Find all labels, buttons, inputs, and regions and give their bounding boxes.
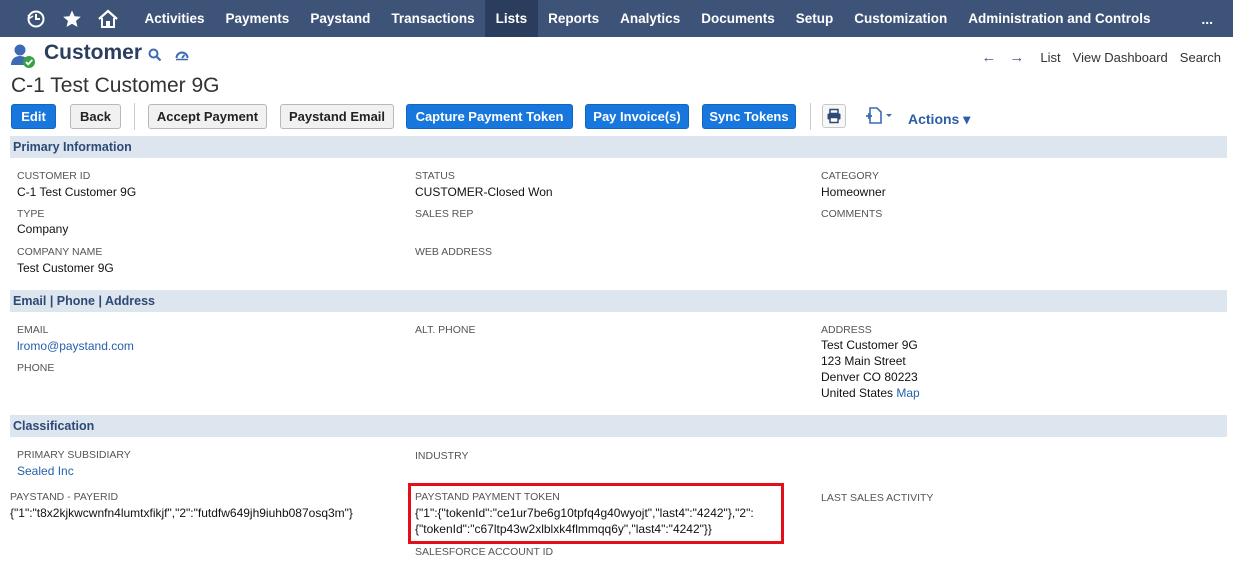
company-name-label: COMPANY NAME [17, 246, 103, 258]
new-record-icon[interactable] [864, 106, 894, 126]
nav-transactions[interactable]: Transactions [381, 0, 485, 37]
paystand-payerid-label: PAYSTAND - PAYERID [10, 491, 119, 503]
address-line: Test Customer 9G [821, 338, 918, 352]
status-value: CUSTOMER-Closed Won [415, 185, 553, 199]
map-link[interactable]: Map [896, 386, 919, 400]
address-label: ADDRESS [821, 324, 872, 336]
search-link[interactable]: Search [1180, 50, 1221, 65]
email-label: EMAIL [17, 324, 49, 336]
section-classification[interactable]: Classification [10, 415, 1227, 437]
phone-label: PHONE [17, 362, 55, 374]
category-value: Homeowner [821, 185, 886, 199]
nav-setup[interactable]: Setup [785, 0, 844, 37]
record-navigation-links: ← → List View Dashboard Search [981, 49, 1221, 66]
nav-more-button[interactable]: ... [1201, 0, 1213, 37]
address-line: 123 Main Street [821, 354, 906, 368]
address-country: United States [821, 386, 894, 400]
actions-menu[interactable]: Actions ▾ [908, 111, 970, 128]
home-icon[interactable] [90, 0, 126, 37]
address-line: Denver CO 80223 [821, 370, 918, 384]
alt-phone-label: ALT. PHONE [415, 324, 476, 336]
primary-subsidiary-label: PRIMARY SUBSIDIARY [17, 449, 131, 461]
recent-records-icon[interactable] [18, 0, 54, 37]
section-primary-information[interactable]: Primary Information [10, 136, 1227, 158]
view-dashboard-link[interactable]: View Dashboard [1073, 50, 1168, 65]
capture-payment-token-button[interactable]: Capture Payment Token [406, 104, 573, 129]
nav-activities[interactable]: Activities [134, 0, 215, 37]
comments-label: COMMENTS [821, 208, 883, 220]
top-navigation: Activities Payments Paystand Transaction… [0, 0, 1233, 37]
primary-subsidiary-link[interactable]: Sealed Inc [17, 464, 74, 478]
toolbar-divider [134, 103, 135, 130]
nav-payments[interactable]: Payments [215, 0, 300, 37]
record-title: C-1 Test Customer 9G [11, 74, 220, 97]
nav-administration[interactable]: Administration and Controls [958, 0, 1161, 37]
dashboard-gauge-icon[interactable] [175, 48, 191, 64]
search-icon[interactable] [148, 48, 164, 64]
record-type-title: Customer [44, 41, 143, 64]
paystand-email-button[interactable]: Paystand Email [280, 104, 394, 129]
nav-lists[interactable]: Lists [485, 0, 538, 37]
paystand-payerid-value: {"1":"t8x2kjkwcwnfn4lumtxfikjf","2":"fut… [10, 506, 353, 520]
print-icon[interactable] [822, 104, 846, 128]
customer-id-value: C-1 Test Customer 9G [17, 185, 137, 199]
type-label: TYPE [17, 208, 45, 220]
type-value: Company [17, 222, 69, 236]
nav-reports[interactable]: Reports [538, 0, 610, 37]
status-label: STATUS [415, 170, 455, 182]
next-arrow-icon[interactable]: → [1009, 49, 1024, 66]
pay-invoices-button[interactable]: Pay Invoice(s) [585, 104, 689, 129]
back-button[interactable]: Back [70, 104, 121, 129]
email-link[interactable]: lromo@paystand.com [17, 339, 134, 353]
customer-id-label: CUSTOMER ID [17, 170, 91, 182]
customer-record-icon [10, 43, 36, 69]
nav-customization[interactable]: Customization [844, 0, 958, 37]
industry-label: INDUSTRY [415, 450, 469, 462]
salesforce-account-id-label: SALESFORCE ACCOUNT ID [415, 546, 554, 558]
edit-button[interactable]: Edit [11, 104, 56, 129]
favorites-star-icon[interactable] [54, 0, 90, 37]
previous-arrow-icon[interactable]: ← [981, 49, 996, 66]
nav-documents[interactable]: Documents [691, 0, 786, 37]
accept-payment-button[interactable]: Accept Payment [148, 104, 267, 129]
web-address-label: WEB ADDRESS [415, 246, 493, 258]
toolbar-divider [810, 103, 811, 130]
address-line-country: United States Map [821, 385, 920, 401]
company-name-value: Test Customer 9G [17, 261, 114, 275]
nav-paystand[interactable]: Paystand [300, 0, 381, 37]
last-sales-activity-label: LAST SALES ACTIVITY [821, 492, 934, 504]
section-email-phone-address[interactable]: Email | Phone | Address [10, 290, 1227, 312]
sales-rep-label: SALES REP [415, 208, 474, 220]
category-label: CATEGORY [821, 170, 879, 182]
address-value: Test Customer 9G 123 Main Street Denver … [821, 337, 920, 401]
sync-tokens-button[interactable]: Sync Tokens [702, 104, 796, 129]
token-highlight-box [408, 483, 784, 544]
list-link[interactable]: List [1040, 50, 1060, 65]
nav-analytics[interactable]: Analytics [610, 0, 691, 37]
